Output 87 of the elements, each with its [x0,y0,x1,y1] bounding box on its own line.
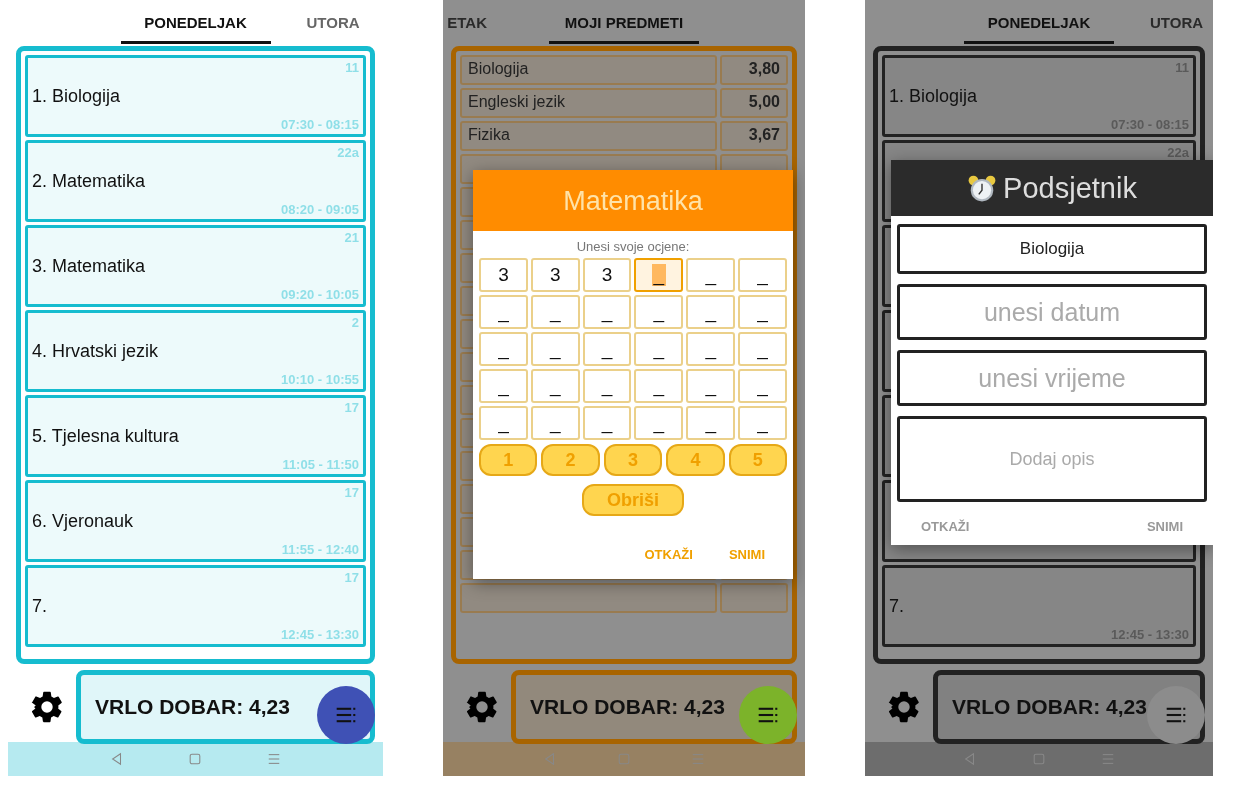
list-button[interactable] [739,686,797,744]
lesson-name: 6. Vjeronauk [32,511,134,532]
lesson-card[interactable]: 21 3. Matematika 09:20 - 10:05 [25,225,366,307]
grade-cell[interactable]: _ [530,295,580,329]
grade-cell[interactable]: _ [530,332,580,366]
lesson-time: 07:30 - 08:15 [280,117,359,132]
lesson-time: 11:05 - 11:50 [282,457,359,472]
subject-name: Biologija [460,55,717,85]
grade-cell[interactable]: _ [634,258,684,292]
room-number: 17 [344,400,359,415]
grade-cell[interactable]: _ [582,295,632,329]
lesson-card[interactable]: 17 7. 12:45 - 13:30 [25,565,366,647]
grade-cell[interactable]: 3 [530,258,580,292]
grade-cell[interactable]: _ [738,332,787,366]
grade-cell[interactable]: _ [738,406,787,440]
tab[interactable]: UTORA [270,0,383,44]
lesson-card[interactable]: 11 1. Biologija 07:30 - 08:15 [25,55,366,137]
lesson-time: 10:10 - 10:55 [280,372,359,387]
subject-name: Fizika [460,121,717,151]
grade-cell[interactable]: _ [686,295,736,329]
description-field[interactable]: Dodaj opis [897,416,1207,502]
lesson-card[interactable]: 17 6. Vjeronauk 11:55 - 12:40 [25,480,366,562]
grade-cell[interactable]: _ [738,369,787,403]
grade-cell[interactable]: _ [530,406,580,440]
grade-cell[interactable]: _ [582,369,632,403]
tab[interactable]: UTORA [1114,0,1213,44]
grade-cell[interactable]: _ [634,332,684,366]
room-number: 22a [337,145,359,160]
room-number: 11 [345,60,359,75]
lesson-time: 12:45 - 13:30 [280,627,359,642]
grade-cell[interactable]: _ [634,295,684,329]
grade-cell[interactable]: _ [686,258,736,292]
home-icon[interactable] [1032,752,1046,766]
lesson-time: 08:20 - 09:05 [280,202,359,217]
home-icon[interactable] [188,752,203,766]
room-number: 17 [344,570,359,585]
subject-average: 5,00 [720,88,788,118]
grade-cell[interactable]: _ [479,369,528,403]
lesson-name: 3. Matematika [32,256,146,277]
lesson-card[interactable]: 2 4. Hrvatski jezik 10:10 - 10:55 [25,310,366,392]
grade-cell[interactable]: _ [686,369,736,403]
grade-cell[interactable]: 3 [479,258,528,292]
subject-field[interactable]: Biologija [897,224,1207,274]
tab[interactable]: PONEDELJAK [120,0,271,44]
grade-cell[interactable]: _ [738,258,787,292]
dialog-title: Matematika [473,170,793,231]
grade-cell[interactable]: _ [738,295,787,329]
back-icon[interactable] [962,752,977,766]
subject-average: 3,67 [720,121,788,151]
lesson-name: 4. Hrvatski jezik [32,341,159,362]
lesson-time: 11:55 - 12:40 [281,542,359,557]
lesson-name: 2. Matematika [32,171,146,192]
lesson-name: 1. Biologija [32,86,121,107]
room-number: 2 [351,315,359,330]
menu-icon[interactable] [266,752,281,766]
grade-cell[interactable]: _ [634,369,684,403]
alarm-clock-icon [967,173,998,203]
tab[interactable]: MOJI PREDMETI [549,0,699,44]
tab[interactable]: PONEDELJAK [964,0,1114,44]
room-number: 17 [344,485,359,500]
lesson-name: 5. Tjelesna kultura [32,426,179,447]
input-field[interactable]: unesi datum [897,284,1207,340]
grade-cell[interactable]: _ [634,406,684,440]
lesson-name: 7. [32,596,47,617]
input-field[interactable]: unesi vrijeme [897,350,1207,406]
room-number: 21 [344,230,359,245]
subject-average: 3,80 [720,55,788,85]
grade-cell[interactable]: _ [530,369,580,403]
grade-cell[interactable]: _ [479,332,528,366]
grade-cell[interactable]: _ [686,406,736,440]
menu-icon[interactable] [1101,752,1116,766]
grade-cell[interactable]: _ [479,295,528,329]
lesson-name: 7. [889,596,904,617]
grade-cell[interactable]: _ [582,332,632,366]
grade-cell[interactable]: _ [686,332,736,366]
lesson-name: 1. Biologija [889,86,978,107]
tab[interactable]: ETAK [443,0,549,44]
lesson-card[interactable]: 22a 2. Matematika 08:20 - 09:05 [25,140,366,222]
grade-cell[interactable]: 3 [582,258,632,292]
subject-name: Engleski jezik [460,88,717,118]
dialog-title: Podsjetnik [1003,171,1137,205]
dialog-prompt: Unesi svoje ocjene: [575,239,691,254]
grade-cell[interactable]: _ [582,406,632,440]
lesson-card[interactable]: 17 5. Tjelesna kultura 11:05 - 11:50 [25,395,366,477]
lesson-time: 09:20 - 10:05 [280,287,359,302]
grade-cell[interactable]: _ [479,406,528,440]
list-button[interactable] [317,686,375,744]
